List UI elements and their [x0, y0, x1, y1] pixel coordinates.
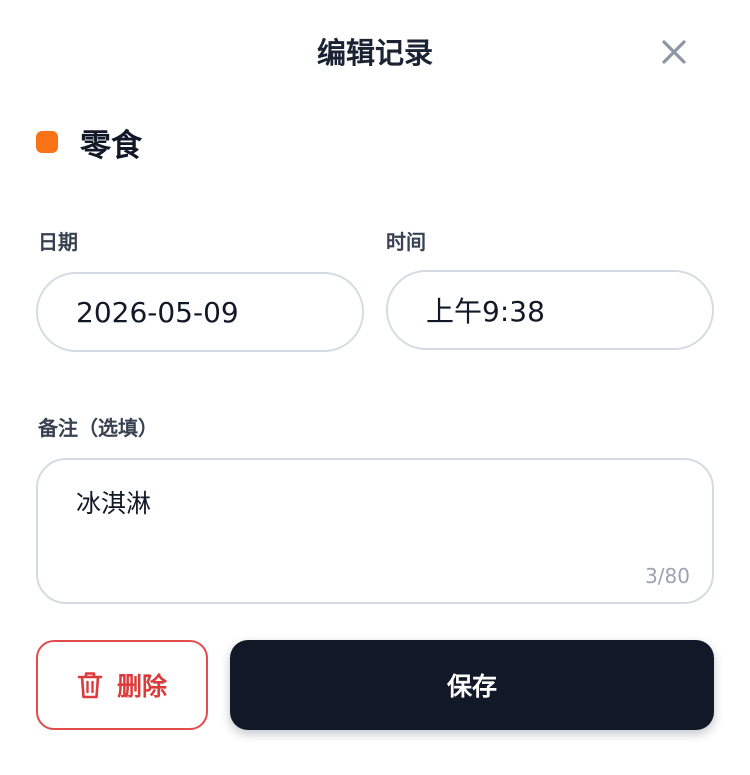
close-icon	[662, 40, 686, 64]
time-value: 上午9:38	[426, 295, 545, 328]
category-color-dot	[36, 131, 58, 153]
notes-input[interactable]: 冰淇淋 3/80	[36, 458, 714, 604]
delete-button[interactable]: 删除	[36, 640, 208, 730]
close-button[interactable]	[654, 32, 694, 72]
date-label: 日期	[38, 230, 78, 254]
category-name: 零食	[80, 127, 142, 164]
delete-label: 删除	[116, 672, 167, 701]
dialog-title: 编辑记录	[316, 36, 433, 70]
time-field[interactable]: 上午9:38	[386, 270, 714, 350]
date-value: 2026-05-09	[76, 295, 239, 329]
category-row: 零食	[36, 120, 142, 164]
notes-text: 冰淇淋	[76, 489, 152, 518]
trash-icon	[77, 672, 103, 699]
notes-label: 备注（选填）	[38, 416, 158, 440]
notes-char-count: 3/80	[645, 564, 690, 588]
save-button[interactable]: 保存	[230, 640, 714, 730]
date-field[interactable]: 2026-05-09	[36, 272, 364, 352]
time-label: 时间	[386, 230, 426, 254]
